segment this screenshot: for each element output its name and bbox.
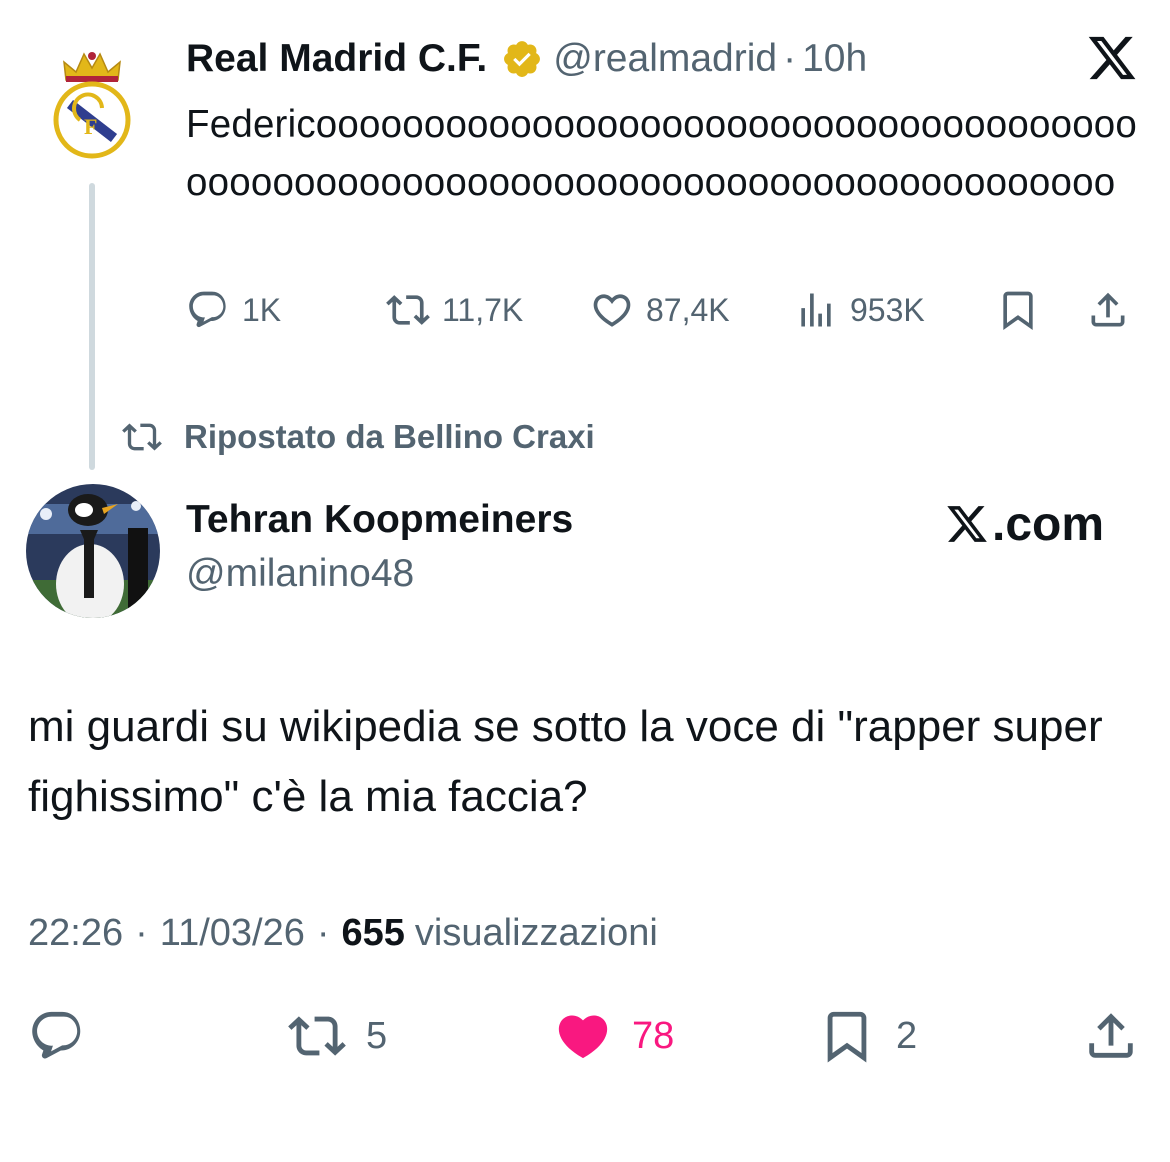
reply-icon bbox=[32, 1011, 81, 1059]
bookmark-button[interactable]: 2 bbox=[818, 1006, 917, 1066]
quoted-tweet-time[interactable]: 10h bbox=[802, 37, 867, 81]
tweet-action-bar: 5 78 2 bbox=[0, 1006, 1170, 1066]
header-separator: · bbox=[783, 37, 797, 80]
tweet-text: mi guardi su wikipedia se sotto la voce … bbox=[28, 702, 1103, 821]
like-count: 78 bbox=[632, 1014, 675, 1057]
quoted-repost-count: 11,7K bbox=[442, 291, 524, 328]
x-com-watermark: .com bbox=[944, 496, 1104, 552]
repost-banner[interactable]: Ripostato da Bellino Craxi bbox=[118, 414, 595, 460]
meta-separator: · bbox=[316, 911, 330, 954]
reply-button[interactable] bbox=[28, 1006, 86, 1066]
quoted-views-count: 953K bbox=[850, 291, 925, 328]
quoted-bookmark-button[interactable] bbox=[996, 284, 1040, 336]
quoted-author-handle[interactable]: @realmadrid bbox=[553, 37, 777, 81]
repost-count: 5 bbox=[366, 1014, 388, 1057]
quoted-repost-button[interactable]: 11,7K bbox=[386, 284, 523, 336]
repost-banner-text: Ripostato da Bellino Craxi bbox=[184, 418, 595, 455]
svg-text:F: F bbox=[84, 114, 97, 139]
repost-icon bbox=[122, 423, 162, 451]
meta-separator: · bbox=[135, 911, 148, 954]
like-icon bbox=[593, 294, 631, 327]
quoted-reply-count: 1K bbox=[242, 291, 282, 328]
author-avatar[interactable] bbox=[26, 484, 160, 618]
tweet-time[interactable]: 22:26 bbox=[28, 912, 123, 955]
share-button[interactable] bbox=[1082, 1006, 1140, 1066]
like-button[interactable]: 78 bbox=[554, 1006, 674, 1066]
quoted-like-button[interactable]: 87,4K bbox=[590, 284, 730, 336]
quoted-tweet-text: Federicooooooooooooooooooooooooooooooooo… bbox=[186, 103, 1138, 204]
quoted-reply-button[interactable]: 1K bbox=[186, 284, 281, 336]
repost-icon bbox=[386, 295, 430, 325]
watermark-domain: .com bbox=[992, 497, 1105, 551]
reply-icon bbox=[189, 291, 226, 328]
verified-gold-badge-icon bbox=[504, 41, 541, 77]
tweet-date[interactable]: 11/03/26 bbox=[160, 912, 305, 955]
x-logo-icon[interactable] bbox=[1084, 32, 1140, 84]
quoted-views-button[interactable]: 953K bbox=[794, 284, 925, 336]
tweet-meta: 22:26 · 11/03/26 · 655 visualizzazioni bbox=[28, 906, 658, 960]
quoted-share-button[interactable] bbox=[1086, 284, 1130, 336]
heart-filled-icon bbox=[558, 1015, 608, 1059]
quoted-like-count: 87,4K bbox=[646, 291, 730, 328]
bookmark-icon bbox=[1003, 291, 1033, 331]
author-name[interactable]: Tehran Koopmeiners bbox=[186, 498, 573, 542]
author-handle[interactable]: @milanino48 bbox=[186, 552, 414, 596]
thread-connector-line bbox=[89, 183, 95, 470]
bookmark-icon bbox=[827, 1011, 867, 1063]
bookmark-count: 2 bbox=[896, 1014, 918, 1057]
quoted-tweet-header: Real Madrid C.F. @realmadrid · 10h bbox=[186, 34, 867, 84]
views-label[interactable]: visualizzazioni bbox=[415, 912, 658, 955]
quoted-author-name[interactable]: Real Madrid C.F. bbox=[186, 37, 487, 81]
repost-icon bbox=[288, 1016, 346, 1056]
share-icon bbox=[1091, 292, 1125, 327]
x-logo-icon bbox=[947, 506, 987, 542]
quoted-tweet-actions: 1K 11,7K 87,4K 953K bbox=[186, 284, 1146, 336]
real-madrid-crest-avatar[interactable]: F bbox=[50, 48, 134, 160]
views-icon bbox=[801, 293, 831, 327]
views-count: 655 bbox=[341, 911, 405, 954]
repost-button[interactable]: 5 bbox=[288, 1006, 387, 1066]
share-icon bbox=[1089, 1013, 1133, 1058]
